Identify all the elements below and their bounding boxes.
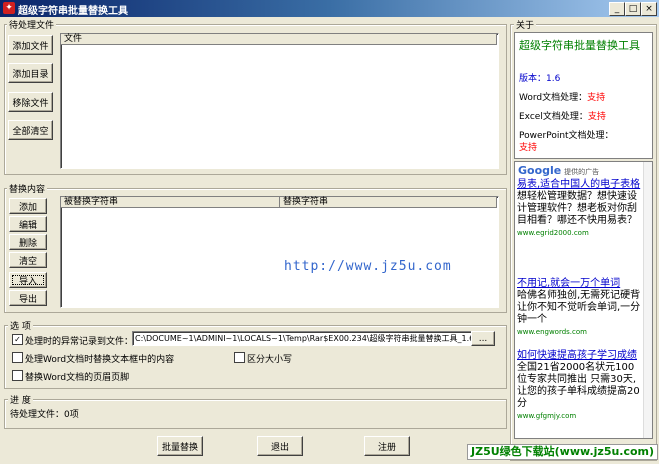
- progress-group: [4, 399, 507, 429]
- word-label: Word文档处理：: [519, 93, 588, 103]
- header-footer-label: 替换Word文档的页眉页脚: [25, 373, 130, 383]
- ad-title[interactable]: 不用记,就会一万个单词: [517, 278, 641, 290]
- log-errors-label: 处理时的异常记录到文件：: [25, 337, 134, 347]
- log-path-field[interactable]: C:\DOCUME~1\ADMINI~1\LOCALS~1\Temp\Rar$E…: [132, 331, 472, 346]
- exit-button[interactable]: 退出: [257, 436, 303, 456]
- site-badge: JZ5U绿色下载站(www.jz5u.com): [467, 444, 659, 460]
- close-button[interactable]: ×: [641, 2, 657, 16]
- maximize-button[interactable]: □: [625, 2, 641, 16]
- add-folder-button[interactable]: 添加目录: [8, 63, 53, 83]
- word-support-row: Word文档处理：支持: [519, 90, 605, 103]
- minimize-button[interactable]: _: [609, 2, 625, 16]
- watermark-url: http://www.jz5u.com: [284, 259, 452, 274]
- ad-item[interactable]: 不用记,就会一万个单词 哈佛名师独创,无需死记硬背 让你不知不觉听会单词,一分钟…: [517, 278, 641, 338]
- clear-rules-button[interactable]: 清空: [9, 252, 47, 268]
- version-label: 版本：: [519, 74, 547, 84]
- ad-title[interactable]: 如何快速提高孩子学习成绩: [517, 350, 641, 362]
- textframe-checkbox[interactable]: [12, 352, 23, 363]
- ad-item[interactable]: 易表,适合中国人的电子表格 想轻松管理数据？想快速设计管理软件？想老板对你刮目相…: [517, 179, 641, 239]
- replace-content-label: 替换内容: [7, 182, 48, 195]
- browse-button[interactable]: ...: [471, 331, 495, 346]
- ads-provided-label: 提供的广告: [564, 168, 600, 176]
- remove-file-button[interactable]: 移除文件: [8, 92, 53, 112]
- register-button[interactable]: 注册: [364, 436, 410, 456]
- about-box: 超级字符串批量替换工具 版本：1.6 Word文档处理：支持 Excel文档处理…: [514, 32, 653, 159]
- case-sensitive-label: 区分大小写: [247, 355, 293, 365]
- search-string-column-header[interactable]: 被替换字符串: [61, 197, 280, 208]
- export-button[interactable]: 导出: [9, 290, 47, 306]
- excel-support-value: 支持: [587, 112, 606, 122]
- ad-text: 全国21省2000名状元100位专家共同推出 只需30天,让您的孩子单科成绩提高…: [517, 362, 640, 409]
- replace-rules-list[interactable]: 被替换字符串 替换字符串: [60, 196, 499, 308]
- window-title: 超级字符串批量替换工具: [18, 6, 128, 17]
- import-button[interactable]: 导入: [9, 272, 47, 288]
- ad-url[interactable]: www.engwords.com: [517, 326, 641, 338]
- excel-support-row: Excel文档处理：支持: [519, 109, 606, 122]
- ppt-support-value: 支持: [519, 143, 538, 153]
- google-logo: Google: [518, 164, 562, 177]
- google-ads-header: Google 提供的广告: [518, 164, 599, 177]
- options-label: 选 项: [8, 319, 33, 332]
- version-row: 版本：1.6: [519, 71, 560, 84]
- app-icon: ✦: [3, 2, 15, 14]
- ad-text: 想轻松管理数据？想快速设计管理软件？想老板对你刮目相看？哪还不快用易表？: [517, 191, 637, 226]
- textframe-label: 处理Word文档时替换文本框中的内容: [25, 355, 175, 365]
- version-value: 1.6: [546, 74, 561, 84]
- about-label: 关于: [514, 18, 537, 31]
- ad-panel: Google 提供的广告 易表,适合中国人的电子表格 想轻松管理数据？想快速设计…: [514, 161, 653, 439]
- replace-string-column-header[interactable]: 替换字符串: [280, 197, 497, 208]
- ad-title[interactable]: 易表,适合中国人的电子表格: [517, 179, 641, 191]
- ad-scrollbar[interactable]: [643, 162, 652, 438]
- progress-status: 待处理文件：0项: [10, 410, 79, 420]
- batch-replace-button[interactable]: 批量替换: [157, 436, 203, 456]
- add-rule-button[interactable]: 添加: [9, 198, 47, 214]
- excel-label: Excel文档处理：: [519, 112, 588, 122]
- ad-url[interactable]: www.gfgmjy.com: [517, 410, 641, 422]
- site-badge-text: JZ5U绿色下载站(www.jz5u.com): [471, 445, 655, 458]
- add-file-button[interactable]: 添加文件: [8, 35, 53, 55]
- header-footer-checkbox[interactable]: [12, 370, 23, 381]
- edit-rule-button[interactable]: 编辑: [9, 216, 47, 232]
- progress-label: 进 度: [8, 393, 33, 406]
- case-sensitive-checkbox[interactable]: [234, 352, 245, 363]
- file-column-header[interactable]: 文件: [61, 34, 497, 45]
- title-bar[interactable]: ✦ 超级字符串批量替换工具 _ □ ×: [0, 0, 659, 17]
- clear-all-button[interactable]: 全部清空: [8, 120, 53, 140]
- word-support-value: 支持: [587, 93, 606, 103]
- ad-item[interactable]: 如何快速提高孩子学习成绩 全国21省2000名状元100位专家共同推出 只需30…: [517, 350, 641, 422]
- ad-text: 哈佛名师独创,无需死记硬背 让你不知不觉听会单词,一分钟一个: [517, 290, 641, 325]
- pending-files-label: 待处理文件: [7, 18, 57, 31]
- ad-url[interactable]: www.egrid2000.com: [517, 227, 641, 239]
- delete-rule-button[interactable]: 删除: [9, 234, 47, 250]
- file-list[interactable]: 文件: [60, 33, 499, 169]
- log-errors-checkbox[interactable]: ✓: [12, 334, 23, 345]
- product-name: 超级字符串批量替换工具: [519, 39, 640, 52]
